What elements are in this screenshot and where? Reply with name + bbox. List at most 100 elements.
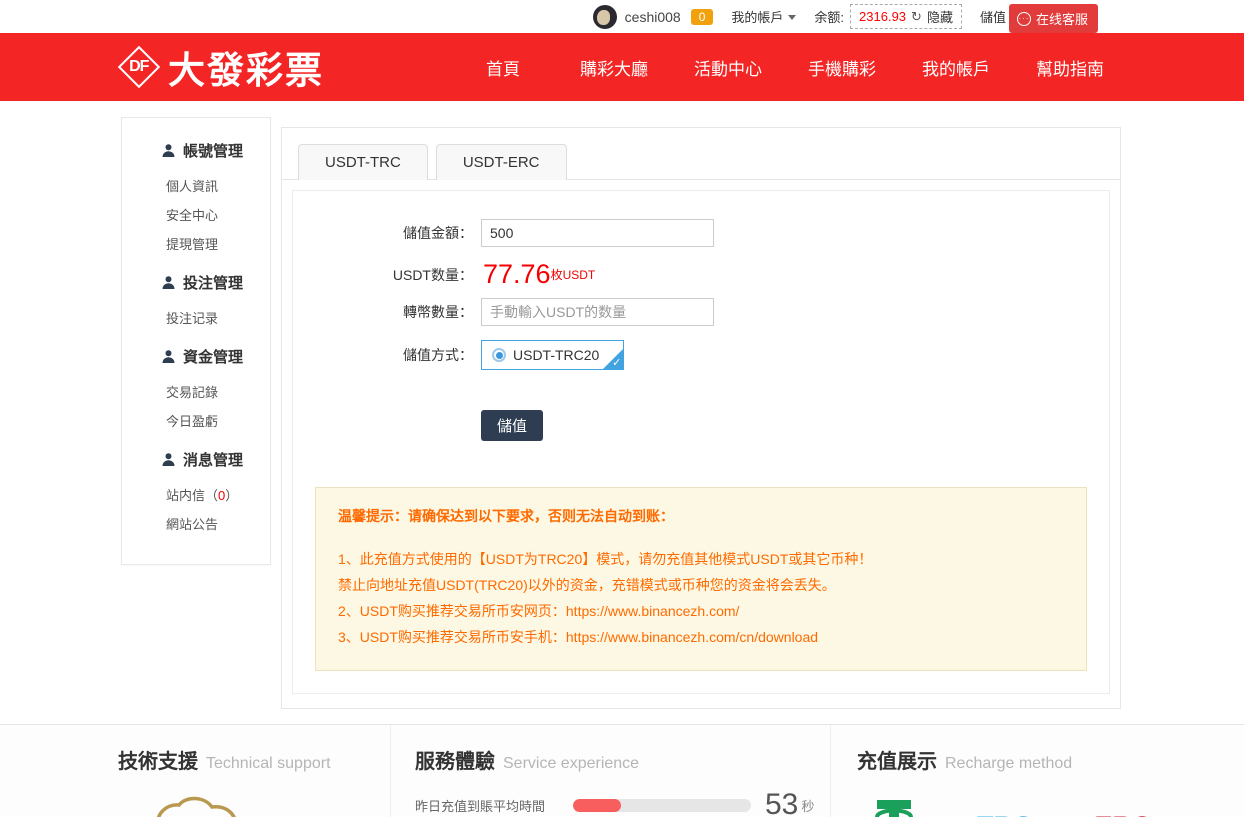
deposit-time-unit: 秒 xyxy=(801,796,814,815)
my-account-menu[interactable]: 我的帳戶 xyxy=(731,7,796,26)
sidebar-item-today-pnl[interactable]: 今日盈虧 xyxy=(122,406,270,435)
tether-icon xyxy=(873,800,915,817)
sidebar-section-betting: 投注管理 投注记录 xyxy=(122,264,270,332)
usdt-quantity-value: 77.76 xyxy=(483,261,551,288)
footer-support-column: 技術支援 Technical support Fa xyxy=(0,725,390,817)
notice-line: 1、此充值方式使用的【USDT为TRC20】模式，请勿充值其他模式USDT或其它… xyxy=(338,546,1064,572)
deposit-time-progressbar xyxy=(573,799,751,812)
usdt-quantity-unit: 枚USDT xyxy=(551,266,596,283)
sidebar-item-site-announcements[interactable]: 網站公告 xyxy=(122,509,270,538)
sidebar-header-label: 消息管理 xyxy=(183,449,243,470)
inbox-label: 站内信（ xyxy=(166,488,218,503)
sidebar-section-account: 帳號管理 個人資訊 安全中心 提現管理 xyxy=(122,132,270,258)
recharge-subtitle: Recharge method xyxy=(945,755,1072,773)
recharge-tabbar: USDT-TRC USDT-ERC xyxy=(282,128,1120,180)
sidebar-item-transaction-records[interactable]: 交易記錄 xyxy=(122,377,270,406)
method-option-usdt-trc20[interactable]: USDT-TRC20 ✓ xyxy=(481,340,624,370)
sidebar-section-messages: 消息管理 站内信（0） 網站公告 xyxy=(122,441,270,538)
recharge-card: USDT-TRC USDT-ERC 儲值金額： USDT数量： 77.76 枚U… xyxy=(281,127,1121,709)
sidebar-header-label: 帳號管理 xyxy=(183,140,243,161)
sidebar-item-withdraw-mgmt[interactable]: 提現管理 xyxy=(122,229,270,258)
sidebar: 帳號管理 個人資訊 安全中心 提現管理 投注管理 投注记录 資金管理 交易記錄 xyxy=(121,117,271,565)
user-icon xyxy=(162,350,175,364)
deposit-time-value: 53 xyxy=(765,788,798,817)
sidebar-header-account[interactable]: 帳號管理 xyxy=(122,132,270,171)
convert-quantity-input[interactable] xyxy=(481,298,714,326)
method-option-label: USDT-TRC20 xyxy=(513,347,599,363)
convert-quantity-label: 轉幣數量： xyxy=(383,302,473,322)
logo-text: 大發彩票 xyxy=(168,40,324,94)
usdt-quantity-row: USDT数量： 77.76 枚USDT xyxy=(383,261,1109,288)
notice-line-binance-url: 2、USDT购买推荐交易所币安网页：https://www.binancezh.… xyxy=(338,598,1064,624)
usdt-quantity-label: USDT数量： xyxy=(383,265,473,285)
topbar: ceshi008 0 我的帳戶 余额: 2316.93 ↻ 隐藏 儲值 提領 退… xyxy=(0,0,1244,33)
notice-line-binance-download-url: 3、USDT购买推荐交易所币安手机：https://www.binancezh.… xyxy=(338,624,1064,650)
method-row: 儲值方式： USDT-TRC20 ✓ xyxy=(383,340,1109,370)
recharge-panel: 儲值金額： USDT数量： 77.76 枚USDT 轉幣數量： 儲值方式： US… xyxy=(292,190,1110,694)
nav-item-help[interactable]: 幫助指南 xyxy=(1036,55,1104,80)
username: ceshi008 xyxy=(625,9,681,25)
convert-quantity-row: 轉幣數量： xyxy=(383,298,1109,326)
site-logo[interactable]: DF 大發彩票 xyxy=(118,40,324,94)
sidebar-header-funds[interactable]: 資金管理 xyxy=(122,338,270,377)
footer-recharge-column: 充值展示 Recharge method TRC ERC xyxy=(830,725,1244,817)
deposit-link[interactable]: 儲值 xyxy=(980,7,1006,26)
refresh-icon[interactable]: ↻ xyxy=(911,9,922,25)
inbox-label-suffix: ） xyxy=(225,488,238,503)
sidebar-item-bet-records[interactable]: 投注记录 xyxy=(122,303,270,332)
balance-value: 2316.93 xyxy=(859,9,906,24)
content-area: 帳號管理 個人資訊 安全中心 提現管理 投注管理 投注记录 資金管理 交易記錄 xyxy=(0,101,1244,709)
main-navbar: DF 大發彩票 首頁 購彩大廳 活動中心 手機購彩 我的帳戶 幫助指南 xyxy=(0,33,1244,101)
recharge-title: 充值展示 xyxy=(857,745,937,774)
my-account-label: 我的帳戶 xyxy=(731,7,783,26)
experience-subtitle: Service experience xyxy=(503,755,639,773)
deposit-time-row: 昨日充值到賬平均時間 53 秒 xyxy=(415,788,830,817)
notice-box: 温馨提示：请确保达到以下要求，否则无法自动到账： 1、此充值方式使用的【USDT… xyxy=(315,487,1087,671)
user-icon xyxy=(162,453,175,467)
footer: 技術支援 Technical support Fa 服務體驗 Service e… xyxy=(0,724,1244,817)
sidebar-item-security-center[interactable]: 安全中心 xyxy=(122,200,270,229)
online-service-label: 在线客服 xyxy=(1036,9,1088,28)
tab-usdt-trc[interactable]: USDT-TRC xyxy=(298,144,428,180)
nav-item-lottery-hall[interactable]: 購彩大廳 xyxy=(580,55,648,80)
balance-group: 余额: 2316.93 ↻ 隐藏 xyxy=(814,4,962,29)
tab-usdt-erc[interactable]: USDT-ERC xyxy=(436,144,567,180)
footer-experience-column: 服務體驗 Service experience 昨日充值到賬平均時間 53 秒 … xyxy=(390,725,830,817)
deposit-submit-button[interactable]: 儲值 xyxy=(481,410,543,441)
support-subtitle: Technical support xyxy=(206,755,331,773)
erc-label: ERC xyxy=(1095,811,1152,817)
balance-label: 余额: xyxy=(814,7,844,26)
user-icon xyxy=(162,276,175,290)
method-label: 儲值方式： xyxy=(383,345,473,365)
sidebar-header-label: 資金管理 xyxy=(183,346,243,367)
sidebar-item-inbox[interactable]: 站内信（0） xyxy=(122,480,270,509)
nav-item-activity-center[interactable]: 活動中心 xyxy=(694,55,762,80)
experience-title: 服務體驗 xyxy=(415,745,495,774)
message-count-badge[interactable]: 0 xyxy=(691,9,714,25)
amount-row: 儲值金額： xyxy=(383,219,1109,247)
sidebar-item-profile[interactable]: 個人資訊 xyxy=(122,171,270,200)
amount-input[interactable] xyxy=(481,219,714,247)
deposit-time-label: 昨日充值到賬平均時間 xyxy=(415,796,573,815)
nav-menu: 首頁 購彩大廳 活動中心 手機購彩 我的帳戶 幫助指南 xyxy=(486,55,1104,80)
sidebar-header-betting[interactable]: 投注管理 xyxy=(122,264,270,303)
recharge-methods: TRC ERC xyxy=(873,800,1244,817)
nav-item-home[interactable]: 首頁 xyxy=(486,55,520,80)
trc-label: TRC xyxy=(977,811,1033,817)
amount-label: 儲值金額： xyxy=(383,223,473,243)
checkmark-icon: ✓ xyxy=(612,356,621,369)
notice-line: 禁止向地址充值USDT(TRC20)以外的资金，充错模式或币种您的资金将会丢失。 xyxy=(338,572,1064,598)
sidebar-header-label: 投注管理 xyxy=(183,272,243,293)
nav-item-my-account[interactable]: 我的帳戶 xyxy=(922,55,990,80)
notice-title: 温馨提示：请确保达到以下要求，否则无法自动到账： xyxy=(338,506,1064,526)
online-service-button[interactable]: ··· 在线客服 xyxy=(1009,4,1098,33)
avatar[interactable] xyxy=(593,5,617,29)
cloud-logo: Fa xyxy=(136,788,390,817)
logo-diamond-icon: DF xyxy=(118,46,160,88)
logo-abbr: DF xyxy=(129,58,148,76)
balance-box: 2316.93 ↻ 隐藏 xyxy=(850,4,962,29)
nav-item-mobile[interactable]: 手機購彩 xyxy=(808,55,876,80)
hide-balance-button[interactable]: 隐藏 xyxy=(927,7,953,26)
user-icon xyxy=(162,144,175,158)
sidebar-header-messages[interactable]: 消息管理 xyxy=(122,441,270,480)
